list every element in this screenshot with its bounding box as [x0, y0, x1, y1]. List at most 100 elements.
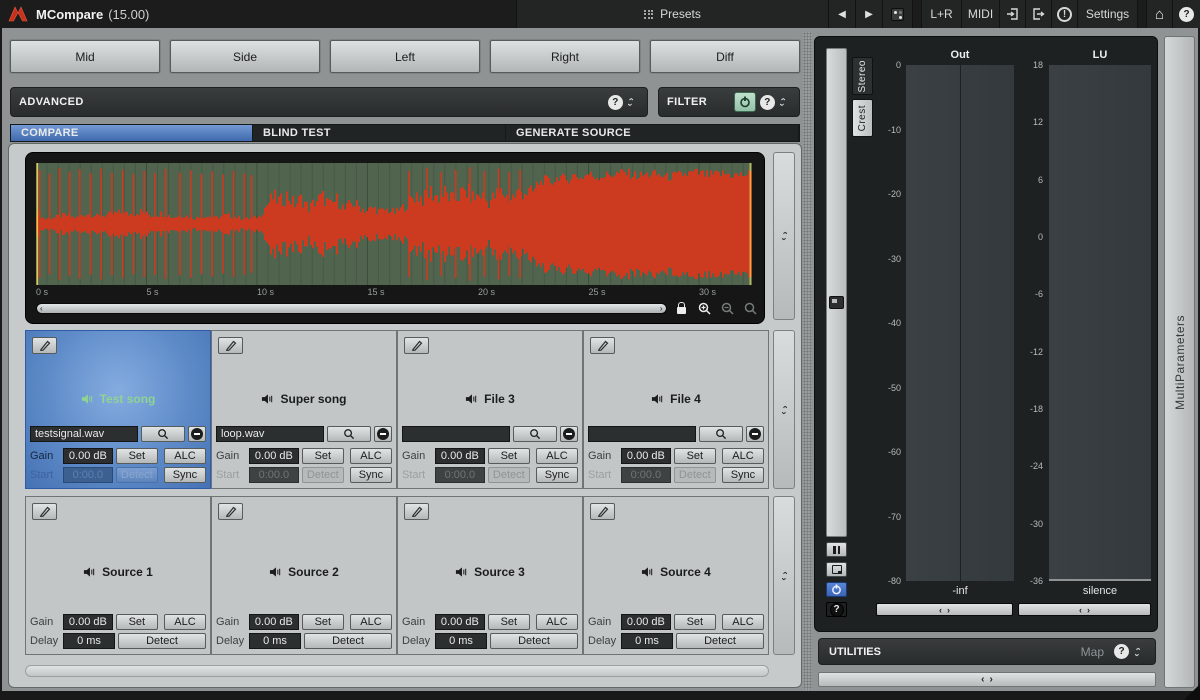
lock-button[interactable]: [674, 302, 690, 316]
waveform-display[interactable]: [36, 163, 752, 285]
next-preset-button[interactable]: ▶: [855, 0, 882, 28]
melda-logo-icon[interactable]: [0, 0, 36, 28]
gain-value[interactable]: 0.00 dB: [249, 448, 299, 464]
utilities-bar[interactable]: UTILITIES Map ? ››: [818, 638, 1156, 665]
file-slot-1[interactable]: Test song Gain 0.00 dB Set ALC Start 0:0…: [25, 330, 211, 489]
file-slot-3[interactable]: File 3 Gain 0.00 dB Set ALC Start 0:00.0…: [397, 330, 583, 489]
alc-button[interactable]: ALC: [164, 614, 206, 630]
sync-button[interactable]: Sync: [722, 467, 764, 483]
waveform-scrollbar[interactable]: ‹ ›: [36, 303, 667, 314]
lu-meter-scrollbar[interactable]: ‹›: [1018, 603, 1151, 616]
detect-button[interactable]: Detect: [116, 467, 158, 483]
filter-power-button[interactable]: [734, 92, 756, 112]
edit-button[interactable]: [32, 503, 57, 520]
channel-mode-button[interactable]: L+R: [921, 0, 961, 28]
set-button[interactable]: Set: [116, 614, 158, 630]
set-button[interactable]: Set: [116, 448, 158, 464]
start-value[interactable]: 0:00.0: [621, 467, 671, 483]
remove-file-button[interactable]: [188, 426, 206, 442]
advanced-bar[interactable]: ADVANCED ? ››: [10, 87, 648, 117]
file-name-input[interactable]: [402, 426, 510, 442]
file-slot-2[interactable]: Super song Gain 0.00 dB Set ALC Start 0:…: [211, 330, 397, 489]
export-settings-button[interactable]: [1025, 0, 1051, 28]
delay-value[interactable]: 0 ms: [249, 633, 301, 649]
diff-button[interactable]: Diff: [650, 40, 800, 73]
panic-button[interactable]: !: [1051, 0, 1077, 28]
help-button[interactable]: ?: [1172, 0, 1200, 28]
map-button[interactable]: Map: [1081, 645, 1114, 659]
file-name-input[interactable]: [30, 426, 138, 442]
file-name-input[interactable]: [588, 426, 696, 442]
edit-button[interactable]: [404, 503, 429, 520]
mid-button[interactable]: Mid: [10, 40, 160, 73]
sync-button[interactable]: Sync: [536, 467, 578, 483]
previous-preset-button[interactable]: ◀: [828, 0, 855, 28]
edit-button[interactable]: [218, 337, 243, 354]
gain-value[interactable]: 0.00 dB: [249, 614, 299, 630]
set-button[interactable]: Set: [674, 614, 716, 630]
detect-button[interactable]: Detect: [490, 633, 578, 649]
browse-file-button[interactable]: [327, 426, 371, 442]
edit-button[interactable]: [404, 337, 429, 354]
delay-value[interactable]: 0 ms: [63, 633, 115, 649]
gain-value[interactable]: 0.00 dB: [63, 614, 113, 630]
source-row-resize-strip[interactable]: ››: [773, 496, 795, 655]
presets-button[interactable]: Presets: [516, 0, 828, 28]
zoom-in-button[interactable]: [696, 302, 712, 316]
left-button[interactable]: Left: [330, 40, 480, 73]
meter-layout-button[interactable]: [826, 562, 847, 577]
start-value[interactable]: 0:00.0: [249, 467, 299, 483]
advanced-help-icon[interactable]: ?: [608, 95, 623, 110]
delay-value[interactable]: 0 ms: [435, 633, 487, 649]
panel-divider[interactable]: [803, 32, 812, 690]
detect-button[interactable]: Detect: [304, 633, 392, 649]
file-row-resize-strip[interactable]: ››: [773, 330, 795, 489]
utilities-collapse-control[interactable]: ››: [1129, 646, 1145, 658]
remove-file-button[interactable]: [560, 426, 578, 442]
detect-button[interactable]: Detect: [118, 633, 206, 649]
source-slot-4[interactable]: Source 4 Gain 0.00 dB Set ALC Delay 0 ms…: [583, 496, 769, 655]
multiparameters-strip[interactable]: MultiParameters: [1164, 36, 1195, 688]
scroll-left-icon[interactable]: ‹: [40, 304, 43, 314]
zoom-reset-button[interactable]: [742, 302, 758, 316]
gain-value[interactable]: 0.00 dB: [621, 448, 671, 464]
edit-button[interactable]: [32, 337, 57, 354]
detect-button[interactable]: Detect: [676, 633, 764, 649]
file-name-input[interactable]: [216, 426, 324, 442]
start-value[interactable]: 0:00.0: [435, 467, 485, 483]
settings-button[interactable]: Settings: [1077, 0, 1137, 28]
set-button[interactable]: Set: [302, 448, 344, 464]
zoom-out-button[interactable]: [719, 302, 735, 316]
browse-file-button[interactable]: [141, 426, 185, 442]
set-button[interactable]: Set: [488, 448, 530, 464]
alc-button[interactable]: ALC: [536, 614, 578, 630]
waveform-resize-strip[interactable]: ››: [773, 152, 795, 320]
detect-button[interactable]: Detect: [302, 467, 344, 483]
remove-file-button[interactable]: [374, 426, 392, 442]
delay-value[interactable]: 0 ms: [621, 633, 673, 649]
gain-value[interactable]: 0.00 dB: [435, 448, 485, 464]
out-meter[interactable]: [906, 65, 1014, 581]
import-settings-button[interactable]: [999, 0, 1025, 28]
remove-file-button[interactable]: [746, 426, 764, 442]
set-button[interactable]: Set: [488, 614, 530, 630]
alc-button[interactable]: ALC: [536, 448, 578, 464]
panel-horizontal-scrollbar[interactable]: [25, 665, 769, 677]
filter-help-icon[interactable]: ?: [760, 95, 775, 110]
alc-button[interactable]: ALC: [722, 614, 764, 630]
out-meter-scrollbar[interactable]: ‹›: [876, 603, 1013, 616]
right-button[interactable]: Right: [490, 40, 640, 73]
side-button[interactable]: Side: [170, 40, 320, 73]
filter-collapse-control[interactable]: ››: [775, 96, 791, 108]
scroll-right-icon[interactable]: ›: [660, 304, 663, 314]
detect-button[interactable]: Detect: [488, 467, 530, 483]
detect-button[interactable]: Detect: [674, 467, 716, 483]
gain-value[interactable]: 0.00 dB: [63, 448, 113, 464]
right-panel-scrollbar[interactable]: ‹›: [818, 672, 1156, 687]
tab-generate-source[interactable]: GENERATE SOURCE: [506, 125, 799, 141]
set-button[interactable]: Set: [674, 448, 716, 464]
source-slot-1[interactable]: Source 1 Gain 0.00 dB Set ALC Delay 0 ms…: [25, 496, 211, 655]
alc-button[interactable]: ALC: [164, 448, 206, 464]
filter-bar[interactable]: FILTER ? ››: [658, 87, 800, 117]
sync-button[interactable]: Sync: [350, 467, 392, 483]
